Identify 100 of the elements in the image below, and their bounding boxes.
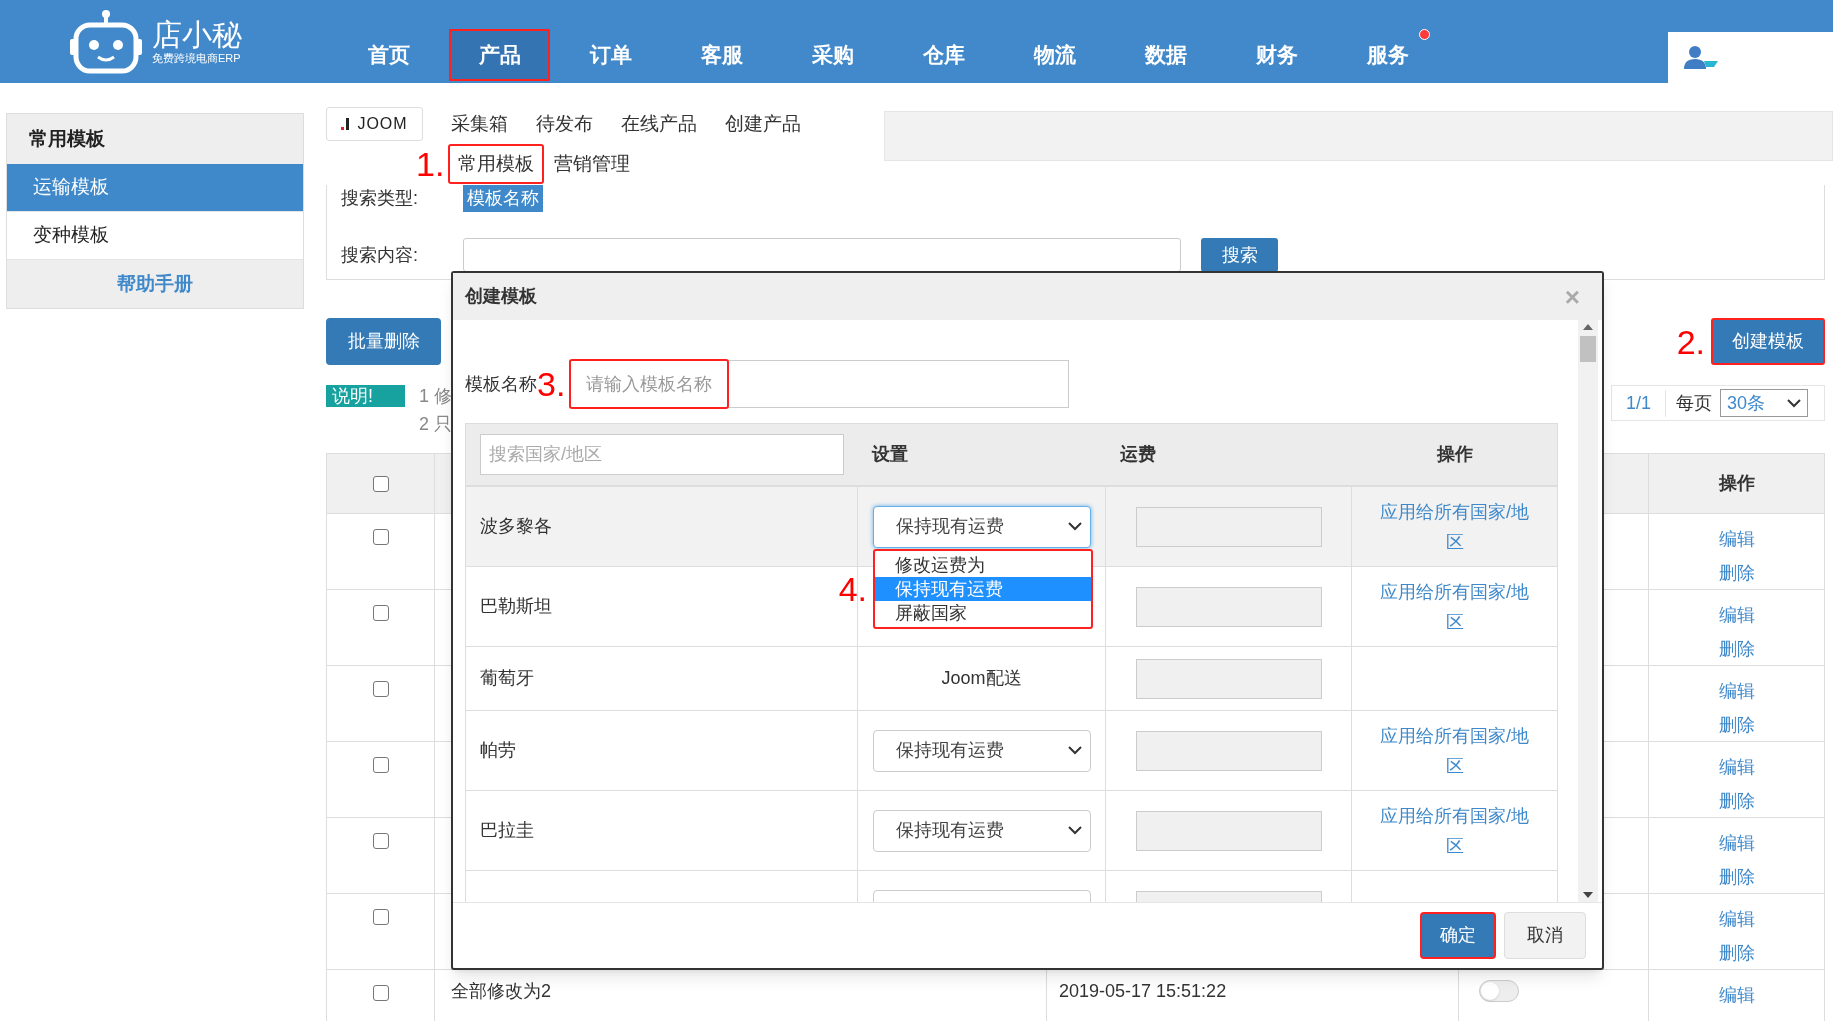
nav-item[interactable]: 数据 bbox=[1115, 28, 1216, 81]
country-name: 葡萄牙 bbox=[480, 667, 534, 690]
page-indicator: 1/1 bbox=[1624, 391, 1652, 415]
sub-tab[interactable]: 常用模板 bbox=[448, 144, 545, 184]
platform-name: JOOM bbox=[357, 114, 408, 134]
country-name: 巴勒斯坦 bbox=[480, 595, 552, 618]
dropdown-option[interactable]: 保持现有运费 bbox=[875, 577, 1091, 601]
notice-text: 2 只 bbox=[419, 413, 452, 436]
template-name-field[interactable]: 请输入模板名称 bbox=[569, 360, 1070, 408]
nav-item[interactable]: 服务 bbox=[1337, 28, 1438, 81]
table-cell: 2019-05-17 15:51:22 bbox=[1059, 981, 1227, 1001]
checkbox[interactable] bbox=[372, 757, 389, 773]
step-number: 4. bbox=[838, 572, 867, 606]
setting-select[interactable]: 保持现有运费 bbox=[872, 809, 1091, 852]
field-label: 模板名称 bbox=[465, 372, 537, 394]
country-name: 波多黎各 bbox=[480, 515, 552, 538]
setting-select[interactable]: 保持现有运费 bbox=[872, 505, 1091, 548]
nav-item[interactable]: 产品 bbox=[449, 28, 550, 81]
nav-item[interactable]: 物流 bbox=[1004, 28, 1105, 81]
per-page-label: 每页 bbox=[1665, 389, 1720, 417]
logo-tagline: 免费跨境电商ERP bbox=[152, 50, 242, 65]
sidebar-item[interactable]: 运输模板 bbox=[7, 164, 303, 212]
batch-delete-button[interactable]: 批量删除 bbox=[326, 318, 441, 365]
placeholder-highlight: 请输入模板名称 bbox=[569, 359, 730, 409]
field-label: 搜索内容: bbox=[341, 243, 419, 267]
nav-item[interactable]: 首页 bbox=[338, 28, 439, 81]
country-name: 巴拉圭 bbox=[480, 819, 534, 842]
logo-name: 店小秘 bbox=[152, 18, 242, 51]
table-cell: 全部修改为2 bbox=[451, 981, 551, 1001]
fee-field[interactable] bbox=[1135, 810, 1322, 851]
chevron-down-icon bbox=[1787, 398, 1801, 408]
platform-badge[interactable]: JOOM bbox=[326, 107, 423, 141]
field-label: 搜索类型: bbox=[341, 186, 419, 210]
scroll-up-icon[interactable] bbox=[1583, 324, 1593, 330]
tab[interactable]: 在线产品 bbox=[621, 109, 697, 139]
confirm-button[interactable]: 确定 bbox=[1420, 912, 1496, 959]
fee-field[interactable] bbox=[1135, 730, 1322, 771]
apply-all-link[interactable]: 应用给所有国家/地区 bbox=[1378, 800, 1531, 861]
per-page-select[interactable]: 30条 bbox=[1720, 389, 1808, 417]
scrollbar[interactable] bbox=[1578, 320, 1598, 902]
checkbox[interactable] bbox=[372, 529, 389, 545]
action-link[interactable]: 删除 bbox=[1718, 860, 1755, 894]
fee-field[interactable] bbox=[1135, 658, 1322, 699]
action-link[interactable]: 删除 bbox=[1718, 784, 1755, 818]
search-field[interactable] bbox=[463, 238, 1181, 272]
scrollbar-thumb[interactable] bbox=[1580, 336, 1596, 362]
action-link[interactable]: 编辑 bbox=[1718, 902, 1755, 936]
checkbox[interactable] bbox=[372, 605, 389, 621]
nav-item[interactable]: 订单 bbox=[560, 28, 661, 81]
action-link[interactable]: 删除 bbox=[1718, 708, 1755, 742]
action-link[interactable]: 删除 bbox=[1718, 632, 1755, 666]
checkbox[interactable] bbox=[372, 833, 389, 849]
checkbox[interactable] bbox=[372, 681, 389, 697]
user-panel[interactable] bbox=[1668, 32, 1833, 83]
notice-text: 1 修 bbox=[419, 385, 452, 408]
tab[interactable]: 采集箱 bbox=[451, 109, 508, 139]
action-link[interactable]: 编辑 bbox=[1718, 750, 1755, 784]
tab[interactable]: 待发布 bbox=[536, 109, 593, 139]
fee-field[interactable] bbox=[1135, 586, 1322, 627]
robot-logo-icon bbox=[70, 8, 142, 75]
action-link[interactable]: 编辑 bbox=[1718, 598, 1755, 632]
apply-all-link[interactable]: 应用给所有国家/地区 bbox=[1378, 720, 1531, 781]
country-name: 帕劳 bbox=[480, 739, 516, 762]
scroll-down-icon[interactable] bbox=[1583, 892, 1593, 898]
apply-all-link[interactable]: 应用给所有国家/地区 bbox=[1378, 496, 1531, 557]
checkbox[interactable] bbox=[372, 985, 389, 1001]
action-link[interactable]: 删除 bbox=[1718, 936, 1755, 970]
chevron-down-icon bbox=[1067, 746, 1082, 755]
cancel-button[interactable]: 取消 bbox=[1504, 912, 1586, 959]
toggle-switch[interactable] bbox=[1479, 980, 1519, 1002]
tab[interactable]: 创建产品 bbox=[725, 109, 801, 139]
fee-field[interactable] bbox=[1135, 506, 1322, 547]
dialog-title: 创建模板 bbox=[465, 285, 537, 308]
step-number: 3. bbox=[537, 367, 566, 401]
dropdown-option[interactable]: 修改运费为 bbox=[875, 553, 1091, 577]
action-link[interactable]: 编辑 bbox=[1718, 674, 1755, 708]
checkbox[interactable] bbox=[372, 909, 389, 925]
create-template-button[interactable]: 创建模板 bbox=[1711, 318, 1825, 365]
step-number: 1. bbox=[416, 147, 445, 181]
close-button[interactable]: × bbox=[1564, 283, 1580, 310]
sub-tab[interactable]: 营销管理 bbox=[546, 144, 639, 184]
apply-all-link[interactable]: 应用给所有国家/地区 bbox=[1378, 576, 1531, 637]
nav-item[interactable]: 采购 bbox=[782, 28, 883, 81]
dropdown-option[interactable]: 屏蔽国家 bbox=[875, 601, 1091, 625]
nav-item[interactable]: 客服 bbox=[671, 28, 772, 81]
action-link[interactable]: 编辑 bbox=[1718, 522, 1755, 556]
search-button[interactable]: 搜索 bbox=[1201, 238, 1278, 272]
column-header: 设置 bbox=[872, 444, 908, 464]
action-link[interactable]: 删除 bbox=[1718, 556, 1755, 590]
action-link[interactable]: 编辑 bbox=[1718, 826, 1755, 860]
action-link[interactable]: 编辑 bbox=[1718, 978, 1755, 1012]
checkbox[interactable] bbox=[372, 475, 389, 492]
setting-select[interactable]: 保持现有运费 bbox=[872, 729, 1091, 772]
help-link[interactable]: 帮助手册 bbox=[7, 260, 303, 308]
country-search-field[interactable]: 搜索国家/地区 bbox=[480, 434, 844, 475]
chevron-down-icon bbox=[1067, 826, 1082, 835]
nav-item[interactable]: 仓库 bbox=[893, 28, 994, 81]
nav-item[interactable]: 财务 bbox=[1226, 28, 1327, 81]
search-type-tag[interactable]: 模板名称 bbox=[463, 184, 543, 212]
column-header: 操作 bbox=[1718, 472, 1755, 495]
